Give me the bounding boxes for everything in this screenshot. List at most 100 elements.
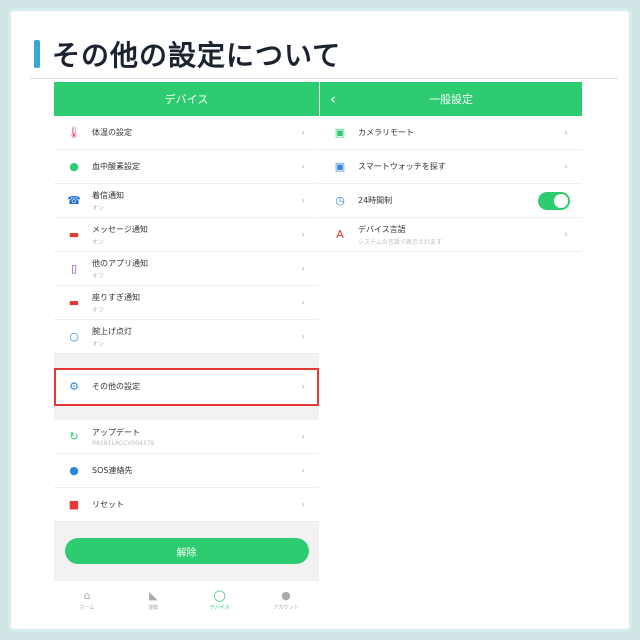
device-settings-screen: デバイス 🌡 体温の設定 › ● 血中酸素設定 › ☎ 着信通知 オン › ▬ メッセージ通知 オン › ▯… [54,82,319,618]
settings-row[interactable]: ■ リセット › [54,488,319,522]
row-label: 座りすぎ通知 [92,292,140,302]
settings-row[interactable]: A デバイス言語 システムの言語で表示されます › [320,218,582,252]
search-icon: ▣ [334,160,346,173]
row-text: その他の設定 [92,381,140,392]
row-label: 他のアプリ通知 [92,258,148,268]
settings-row[interactable]: ▣ カメラリモート › [320,116,582,150]
row-text: メッセージ通知 オン [92,224,148,246]
back-icon[interactable]: ‹ [330,90,336,108]
settings-row[interactable]: ▯ 他のアプリ通知 オフ › [54,252,319,286]
unpair-button[interactable]: 解除 [64,538,309,564]
row-label: スマートウォッチを探す [358,162,446,171]
settings-row[interactable]: ▬ 座りすぎ通知 オフ › [54,286,319,320]
tab-label: ホーム [79,604,95,611]
phone-icon: ☎ [67,194,81,207]
row-sublabel: R8281LACCV004379 [92,439,155,447]
row-label: 腕上げ点灯 [92,326,132,336]
row-text: リセット [92,499,124,510]
row-text: 腕上げ点灯 オン [92,326,132,348]
row-sublabel: オン [92,340,105,348]
other-settings-row[interactable]: ⚙ その他の設定 › [54,368,319,406]
chevron-right-icon: › [301,465,305,476]
chevron-right-icon: › [301,229,305,240]
settings-row[interactable]: ◷ 24時間制 [320,184,582,218]
settings-row[interactable]: ☎ 着信通知オン › [54,184,319,218]
chevron-right-icon: › [301,161,305,172]
row-text: SOS連絡先 [92,465,132,476]
trash-icon: ■ [68,498,80,511]
row-label: カメラリモート [358,128,414,137]
tab-person[interactable]: ● アカウント [253,581,319,618]
sofa-icon: ▬ [68,296,80,309]
row-label: 24時間制 [358,196,393,205]
row-text: デバイス言語 システムの言語で表示されます [358,224,442,246]
drop-icon: ● [69,160,79,173]
row-text: スマートウォッチを探す [358,161,446,172]
settings-row[interactable]: ▣ スマートウォッチを探す › [320,150,582,184]
clock-icon: ◷ [335,194,345,207]
toggle-switch[interactable] [538,192,570,210]
row-label: SOS連絡先 [92,466,133,475]
chevron-right-icon: › [301,431,305,442]
tab-label: アカウント [273,604,299,611]
page-header: その他の設定について [34,36,341,72]
settings-row[interactable]: ● 血中酸素設定 › [54,150,319,184]
other-settings-section: ⚙ その他の設定 › [54,368,319,406]
tab-label: デバイス [209,604,230,611]
toggle-knob [554,194,568,208]
settings-row[interactable]: ▬ メッセージ通知 オン › [54,218,319,252]
settings-row[interactable]: 🌡 体温の設定 › [54,116,319,150]
settings-row[interactable]: ○ 腕上げ点灯 オン › [54,320,319,354]
row-sublabel: オン [92,238,105,246]
person-icon: ● [281,588,291,602]
chevron-right-icon: › [564,161,568,172]
tab-bar: ⌂ ホーム ◣ 運動 ◯ デバイス ● アカウント [54,580,319,618]
row-sublabel: オン [92,204,105,212]
section-gap [54,354,319,368]
section-gap [54,406,319,420]
tab-home[interactable]: ⌂ ホーム [54,581,120,618]
chevron-right-icon: › [564,229,568,240]
row-text: 血中酸素設定 [92,161,140,172]
chevron-right-icon: › [301,195,305,206]
row-text: 24時間制 [358,195,392,206]
row-text: 体温の設定 [92,127,132,138]
tab-shoe[interactable]: ◣ 運動 [120,581,186,618]
unpair-section: 解除 [54,522,319,580]
settings-list: ↻ アップデート R8281LACCV004379 › ● SOS連絡先 › ■ リセット › [54,420,319,522]
settings-row[interactable]: ● SOS連絡先 › [54,454,319,488]
row-text: 着信通知 オン [92,190,124,212]
nav-bar: デバイス [54,82,319,116]
row-label: アップデート [92,427,140,437]
chevron-right-icon: › [301,127,305,138]
row-sublabel: オフ [92,306,105,314]
row-label: 体温の設定 [92,128,132,137]
camera-icon: ▣ [334,126,346,139]
row-label: 着信通知 [92,190,124,200]
chevron-right-icon: › [301,263,305,274]
tab-device[interactable]: ◯ デバイス [187,581,253,618]
sos-icon: ● [69,464,79,477]
shoe-icon: ◣ [149,588,158,602]
row-text: 座りすぎ通知 オフ [92,292,140,314]
row-label: メッセージ通知 [92,224,148,234]
title-accent-bar [34,40,40,68]
nav-title: 一般設定 [429,93,473,106]
row-label: 血中酸素設定 [92,162,140,171]
gear-icon: ⚙ [69,380,79,393]
chevron-right-icon: › [301,499,305,510]
row-label: デバイス言語 [358,224,406,234]
nav-bar: ‹ 一般設定 [320,82,582,116]
title-divider [30,78,618,79]
settings-row[interactable]: ↻ アップデート R8281LACCV004379 › [54,420,319,454]
chevron-right-icon: › [301,331,305,342]
chevron-right-icon: › [301,297,305,308]
general-settings-screen: ‹ 一般設定 ▣ カメラリモート › ▣ スマートウォッチを探す › ◷ 24時間制 A デバイス… [320,82,582,618]
row-label: その他の設定 [92,382,140,391]
language-icon: A [336,228,344,241]
row-text: アップデート R8281LACCV004379 [92,427,154,447]
row-sublabel: オフ [92,272,105,280]
device-icon: ◯ [213,588,226,602]
settings-list: 🌡 体温の設定 › ● 血中酸素設定 › ☎ 着信通知 オン › ▬ メッセージ通知 オン › ▯ 他のアプリ… [54,116,319,354]
page-title: その他の設定について [52,39,342,72]
